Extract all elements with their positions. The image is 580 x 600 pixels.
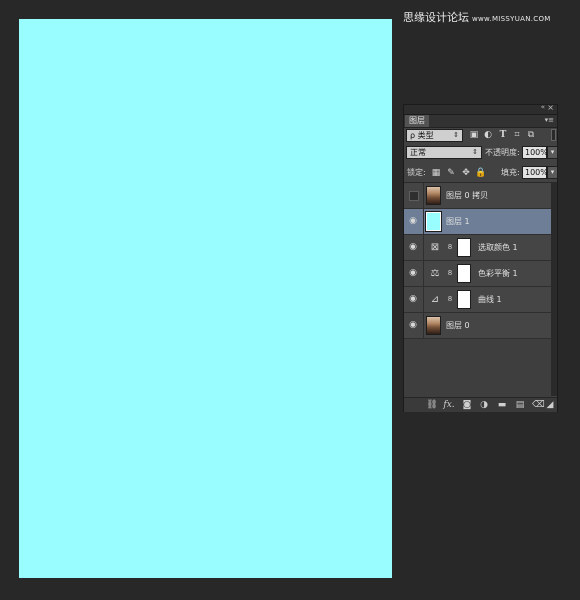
- filter-toggle[interactable]: [551, 129, 556, 141]
- layer-row[interactable]: 图层 0 拷贝: [404, 183, 551, 209]
- document-canvas[interactable]: [19, 19, 392, 578]
- blend-mode-select[interactable]: 正常 ⇕: [406, 146, 482, 159]
- panel-menu-icon[interactable]: ▾≡: [545, 115, 554, 126]
- layer-mask-thumbnail[interactable]: [457, 238, 471, 257]
- image-filter-icon[interactable]: ▣: [469, 129, 479, 141]
- layer-list: 图层 0 拷贝 ◉ 图层 1 ◉ ⊠ 8 选取颜色 1 ◉ ⚖ 8 色彩平衡 1…: [404, 182, 551, 397]
- fx-icon[interactable]: fx.: [443, 399, 455, 411]
- layer-row[interactable]: ◉ ⊿ 8 曲线 1: [404, 287, 551, 313]
- lock-position-icon[interactable]: ✥: [461, 167, 471, 179]
- link-icon[interactable]: 8: [447, 295, 453, 304]
- layer-row[interactable]: ◉ ⚖ 8 色彩平衡 1: [404, 261, 551, 287]
- layer-mask-thumbnail[interactable]: [457, 290, 471, 309]
- eye-icon[interactable]: ◉: [408, 242, 418, 252]
- new-group-icon[interactable]: ▬: [496, 399, 508, 411]
- eye-icon[interactable]: ◉: [408, 216, 418, 226]
- opacity-label: 不透明度:: [485, 148, 520, 157]
- panel-title-bar[interactable]: « ×: [404, 103, 557, 115]
- link-icon[interactable]: 8: [447, 269, 453, 278]
- layer-name[interactable]: 图层 0 拷贝: [446, 183, 488, 208]
- lock-image-icon[interactable]: ✎: [446, 167, 456, 179]
- curves-icon: ⊿: [430, 294, 440, 305]
- blend-mode-value: 正常: [410, 148, 426, 157]
- add-mask-icon[interactable]: ◙: [461, 399, 473, 411]
- new-layer-icon[interactable]: ▤: [514, 399, 526, 411]
- close-icon[interactable]: ×: [547, 103, 554, 112]
- panel-bottom-bar: ⛓ fx. ◙ ◑ ▬ ▤ ⌫ ◢: [404, 397, 557, 412]
- trash-icon[interactable]: ⌫: [532, 399, 545, 411]
- layer-name[interactable]: 图层 1: [446, 209, 470, 234]
- layers-panel: « × 图层 ▾≡ ρ 类型 ⇕ ▣ ◐ T ⌗ ⧉ 正常 ⇕ 不透明度: 10…: [403, 103, 558, 412]
- color-balance-icon: ⚖: [430, 268, 440, 279]
- chevron-down-icon: ⇕: [453, 131, 459, 139]
- tab-layers[interactable]: 图层: [405, 115, 429, 127]
- layer-mask-thumbnail[interactable]: [457, 264, 471, 283]
- visibility-toggle-off[interactable]: [409, 191, 419, 201]
- link-icon[interactable]: 8: [447, 243, 453, 252]
- layer-name[interactable]: 曲线 1: [478, 287, 502, 312]
- new-adjustment-icon[interactable]: ◑: [478, 399, 490, 411]
- resize-grip-icon[interactable]: ◢: [544, 399, 556, 411]
- opacity-dropdown-button[interactable]: ▾: [547, 146, 558, 159]
- layer-list-scrollbar[interactable]: [551, 182, 557, 396]
- collapse-icon[interactable]: «: [541, 103, 545, 111]
- layer-name[interactable]: 图层 0: [446, 313, 470, 338]
- layer-thumbnail-color: [425, 211, 442, 232]
- lock-label: 锁定:: [407, 168, 426, 177]
- watermark: 思缘设计论坛 www.MISSYUAN.COM: [403, 9, 575, 24]
- eye-icon[interactable]: ◉: [408, 320, 418, 330]
- layer-name[interactable]: 色彩平衡 1: [478, 261, 518, 286]
- shape-filter-icon[interactable]: ⌗: [512, 129, 522, 141]
- fill-dropdown-button[interactable]: ▾: [547, 166, 558, 179]
- adjustment-filter-icon[interactable]: ◐: [483, 129, 493, 141]
- eye-icon[interactable]: ◉: [408, 294, 418, 304]
- layer-row-selected[interactable]: ◉ 图层 1: [404, 209, 551, 235]
- selective-color-icon: ⊠: [430, 242, 440, 253]
- watermark-text: 思缘设计论坛: [403, 11, 469, 24]
- lock-transparent-icon[interactable]: ▦: [431, 167, 441, 179]
- lock-all-icon[interactable]: 🔒: [475, 167, 486, 179]
- layer-thumbnail-photo: [426, 186, 441, 205]
- smart-object-filter-icon[interactable]: ⧉: [526, 129, 536, 141]
- fill-label: 填充:: [501, 168, 520, 177]
- type-filter-icon[interactable]: T: [498, 129, 508, 141]
- link-layers-icon[interactable]: ⛓: [426, 399, 438, 411]
- panel-tab-row: 图层 ▾≡: [404, 115, 557, 128]
- filter-kind-select[interactable]: ρ 类型 ⇕: [406, 129, 463, 142]
- eye-icon[interactable]: ◉: [408, 268, 418, 278]
- opacity-field[interactable]: 100%: [522, 146, 548, 159]
- layer-name[interactable]: 选取颜色 1: [478, 235, 518, 260]
- layer-row[interactable]: ◉ ⊠ 8 选取颜色 1: [404, 235, 551, 261]
- layer-thumbnail-photo: [426, 316, 441, 335]
- watermark-url: www.MISSYUAN.COM: [472, 15, 551, 23]
- layer-row[interactable]: ◉ 图层 0: [404, 313, 551, 339]
- fill-field[interactable]: 100%: [522, 166, 548, 179]
- chevron-down-icon: ⇕: [472, 148, 478, 156]
- filter-kind-label: ρ 类型: [410, 131, 434, 140]
